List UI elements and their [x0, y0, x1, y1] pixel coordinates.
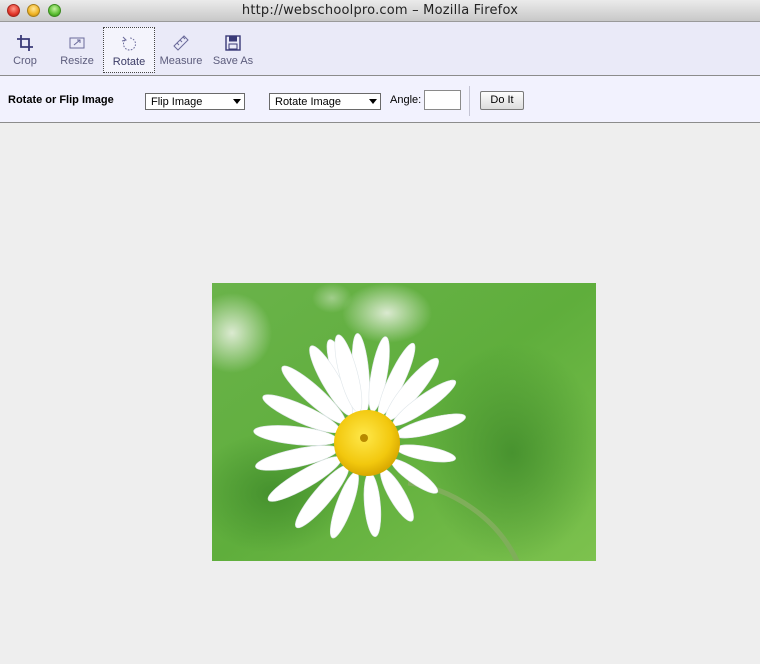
chevron-down-icon	[233, 99, 241, 104]
editor-toolbar: Crop Resize Rotate Measure Save As	[0, 22, 760, 76]
crop-tool-button[interactable]: Crop	[4, 27, 46, 73]
rotate-select-value: Rotate Image	[275, 96, 342, 108]
window-titlebar: http://webschoolpro.com – Mozilla Firefo…	[0, 0, 760, 22]
resize-tool-label: Resize	[60, 55, 94, 67]
save-as-tool-label: Save As	[212, 55, 254, 67]
resize-icon	[69, 37, 85, 49]
measure-tool-button[interactable]: Measure	[159, 27, 203, 73]
do-it-button[interactable]: Do It	[480, 91, 524, 110]
chevron-down-icon	[369, 99, 377, 104]
flip-image-select[interactable]: Flip Image	[145, 93, 245, 110]
angle-input[interactable]	[424, 90, 461, 110]
flip-select-value: Flip Image	[151, 96, 203, 108]
toolbar-divider	[469, 86, 470, 116]
rotate-tool-button[interactable]: Rotate	[103, 27, 155, 73]
save-as-tool-button[interactable]: Save As	[210, 27, 256, 73]
daisy-photo[interactable]	[212, 283, 596, 561]
floppy-disk-icon	[225, 35, 241, 51]
rotate-tool-label: Rotate	[112, 56, 146, 68]
angle-label: Angle:	[390, 94, 422, 106]
measure-tool-label: Measure	[159, 55, 203, 67]
rotate-image-select[interactable]: Rotate Image	[269, 93, 381, 110]
crop-icon	[17, 35, 33, 51]
window-title: http://webschoolpro.com – Mozilla Firefo…	[241, 3, 519, 18]
ruler-icon	[173, 35, 189, 51]
crop-tool-label: Crop	[13, 55, 37, 67]
resize-tool-button[interactable]: Resize	[55, 27, 99, 73]
rotate-icon	[121, 36, 136, 51]
rotate-options-bar: Rotate or Flip Image Flip Image Rotate I…	[0, 76, 760, 123]
options-title: Rotate or Flip Image	[8, 94, 114, 106]
